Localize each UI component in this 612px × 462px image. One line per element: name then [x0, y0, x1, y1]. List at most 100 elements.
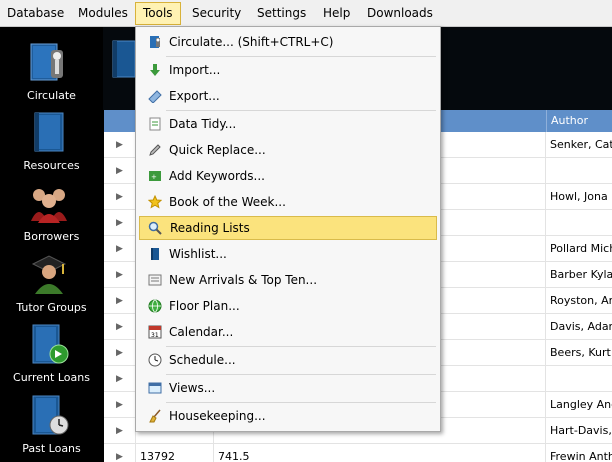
menu-item-label: Views...: [169, 381, 216, 395]
views-icon: [148, 382, 162, 394]
menu-item-label: Quick Replace...: [169, 143, 266, 157]
import-arrow-icon: [150, 64, 160, 76]
sidebar-item-label: Current Loans: [13, 371, 90, 384]
row-expand-icon[interactable]: ▶: [104, 158, 136, 184]
menu-item-label: Wishlist...: [169, 247, 227, 261]
pen-icon: [149, 144, 161, 156]
row-expand-icon[interactable]: ▶: [104, 184, 136, 210]
author-cell: [546, 210, 612, 236]
graduate-icon: [31, 255, 67, 294]
menu-item-new-arrivals[interactable]: New Arrivals & Top Ten...: [139, 268, 437, 292]
menu-help[interactable]: Help: [316, 2, 357, 25]
svg-text:31: 31: [151, 332, 159, 339]
row-expand-icon[interactable]: ▶: [104, 236, 136, 262]
sidebar-item-borrowers[interactable]: Borrowers: [0, 175, 103, 245]
menu-settings[interactable]: Settings: [250, 2, 313, 25]
author-cell: Royston, An: [550, 294, 612, 307]
author-cell: [546, 366, 612, 392]
menu-item-housekeeping[interactable]: Housekeeping...: [139, 404, 437, 428]
module-sidebar: Circulate Resources Borrowers Tutor Grou…: [0, 27, 103, 462]
row-expand-icon[interactable]: ▶: [104, 418, 136, 444]
row-expand-icon[interactable]: ▶: [104, 366, 136, 392]
menu-item-label: Import...: [169, 63, 221, 77]
menubar: Database Modules Tools Security Settings…: [0, 0, 612, 27]
menu-separator: [166, 402, 436, 403]
author-cell: Pollard Mich: [550, 242, 612, 255]
sidebar-item-label: Resources: [23, 159, 80, 172]
menu-separator: [166, 346, 436, 347]
scanner-icon: [150, 36, 160, 48]
calendar-icon: 31: [148, 325, 162, 339]
sidebar-item-circulate[interactable]: Circulate: [0, 34, 103, 104]
menu-item-quick-replace[interactable]: Quick Replace...: [139, 138, 437, 162]
author-cell: Howl, Jona: [550, 190, 608, 203]
menu-item-import[interactable]: Import...: [139, 58, 437, 82]
broom-icon: [149, 409, 161, 423]
row-expand-icon[interactable]: ▶: [104, 210, 136, 236]
clock-icon: [148, 353, 162, 367]
newspaper-icon: [148, 274, 162, 286]
menu-item-label: Schedule...: [169, 353, 236, 367]
classification-cell: 741.5: [214, 444, 546, 462]
row-expand-icon[interactable]: ▶: [104, 444, 136, 462]
row-expand-icon[interactable]: ▶: [104, 340, 136, 366]
menu-item-label: Add Keywords...: [169, 169, 265, 183]
menu-separator: [166, 110, 436, 111]
book-icon: [34, 112, 64, 152]
magnifier-icon: [148, 221, 162, 235]
book-clock-icon: [32, 395, 69, 435]
row-expand-icon[interactable]: ▶: [104, 392, 136, 418]
menu-item-calendar[interactable]: 31 Calendar...: [139, 320, 437, 344]
sidebar-item-resources[interactable]: Resources: [0, 104, 103, 174]
menu-database[interactable]: Database: [0, 2, 71, 25]
menu-item-export[interactable]: Export...: [139, 84, 437, 108]
author-cell: Langley And: [550, 398, 612, 411]
menu-separator: [166, 374, 436, 375]
menu-item-label: Calendar...: [169, 325, 234, 339]
row-expand-icon[interactable]: ▶: [104, 314, 136, 340]
menu-item-wishlist[interactable]: Wishlist...: [139, 242, 437, 266]
menu-downloads[interactable]: Downloads: [360, 2, 440, 25]
menu-item-label: Book of the Week...: [169, 195, 286, 209]
people-icon: [31, 189, 67, 223]
star-icon: [148, 195, 162, 209]
sidebar-item-label: Circulate: [27, 89, 76, 102]
menu-modules[interactable]: Modules: [71, 2, 135, 25]
menu-item-add-keywords[interactable]: + Add Keywords...: [139, 164, 437, 188]
menu-item-label: Floor Plan...: [169, 299, 240, 313]
menu-item-views[interactable]: Views...: [139, 376, 437, 400]
column-header-author[interactable]: Author: [546, 110, 612, 132]
row-expand-icon[interactable]: ▶: [104, 132, 136, 158]
table-row[interactable]: ▶ 13792 741.5 Frewin Anth: [104, 444, 612, 462]
row-expand-icon[interactable]: ▶: [104, 288, 136, 314]
menu-item-label: Housekeeping...: [169, 409, 266, 423]
menu-item-label: Export...: [169, 89, 220, 103]
circulate-icon: [30, 43, 63, 81]
accession-cell: 13792: [136, 444, 214, 462]
sidebar-item-tutor-groups[interactable]: Tutor Groups: [0, 246, 103, 316]
book-arrow-icon: [32, 324, 69, 364]
menu-item-reading-lists[interactable]: Reading Lists: [139, 216, 437, 240]
keywords-icon: +: [149, 171, 161, 181]
author-cell: Frewin Anth: [550, 450, 612, 462]
wishlist-book-icon: [151, 248, 159, 260]
sidebar-item-label: Tutor Groups: [16, 301, 87, 314]
sidebar-item-label: Borrowers: [23, 230, 80, 243]
author-cell: Hart-Davis,: [550, 424, 612, 437]
globe-icon: [148, 299, 162, 313]
menu-item-circulate[interactable]: Circulate... (Shift+CTRL+C): [139, 30, 437, 54]
menu-tools[interactable]: Tools: [135, 2, 181, 25]
sidebar-item-current-loans[interactable]: Current Loans: [0, 316, 103, 386]
export-icon: [148, 90, 162, 103]
menu-item-label: New Arrivals & Top Ten...: [169, 273, 318, 287]
data-tidy-icon: [149, 117, 161, 131]
author-cell: Beers, Kurt: [550, 346, 611, 359]
menu-item-schedule[interactable]: Schedule...: [139, 348, 437, 372]
menu-security[interactable]: Security: [185, 2, 248, 25]
svg-text:+: +: [151, 173, 157, 181]
sidebar-item-past-loans[interactable]: Past Loans: [0, 387, 103, 457]
row-expand-icon[interactable]: ▶: [104, 262, 136, 288]
menu-item-data-tidy[interactable]: Data Tidy...: [139, 112, 437, 136]
menu-item-book-of-the-week[interactable]: Book of the Week...: [139, 190, 437, 214]
menu-item-floor-plan[interactable]: Floor Plan...: [139, 294, 437, 318]
